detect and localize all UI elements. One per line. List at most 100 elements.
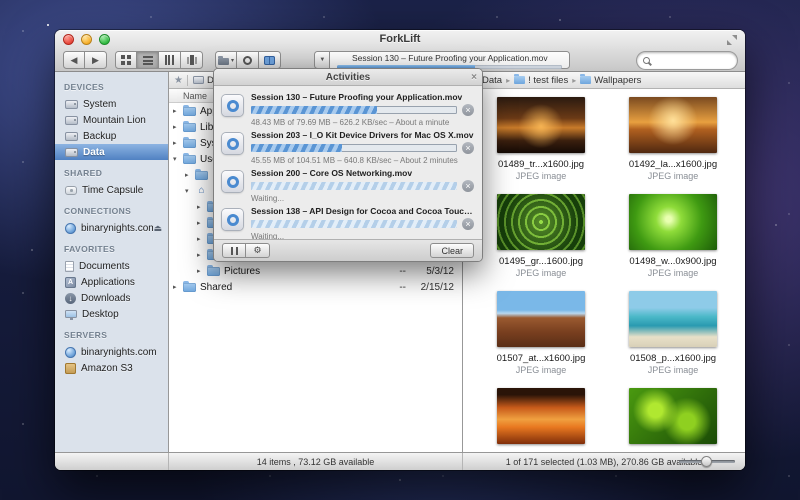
transfer-progress-bar	[251, 220, 457, 228]
breadcrumb-wallpapers[interactable]: Wallpapers	[580, 75, 641, 86]
sidebar-item-applications[interactable]: AApplications	[55, 274, 168, 290]
disclosure-triangle-icon[interactable]: ▸	[173, 283, 183, 291]
file-thumbnail-item[interactable]	[607, 388, 739, 452]
activities-panel: Activities × Session 130 – Future Proofi…	[213, 68, 483, 262]
cancel-transfer-button[interactable]: ×	[462, 218, 474, 230]
list-view-button[interactable]	[137, 51, 159, 69]
status-bar: 14 items , 73.12 GB available 1 of 171 s…	[55, 452, 745, 470]
disclosure-triangle-icon[interactable]: ▸	[197, 235, 207, 243]
sidebar-item-system[interactable]: System	[55, 96, 168, 112]
eject-icon[interactable]: ⏏	[153, 223, 162, 234]
fullscreen-icon[interactable]	[727, 35, 737, 45]
disclosure-triangle-icon[interactable]: ▸	[173, 139, 183, 147]
forklift-window: ForkLift ◀ ▶ ▾	[55, 30, 745, 470]
history-segment: ◀ ▶	[63, 51, 107, 69]
transfer-item[interactable]: Session 203 – I_O Kit Device Drivers for…	[222, 127, 474, 165]
drive-icon	[65, 148, 78, 157]
drive-icon	[65, 132, 78, 141]
sidebar-item-desktop[interactable]: Desktop	[55, 306, 168, 322]
thumbnail-grid: 01489_tr...x1600.jpgJPEG image 01492_la.…	[463, 89, 745, 452]
image-thumbnail	[497, 291, 585, 347]
disclosure-triangle-icon[interactable]: ▸	[173, 107, 183, 115]
file-row[interactable]: ▸Pictures--5/3/12	[169, 263, 462, 279]
sidebar: DEVICES System Mountain Lion Backup Data…	[55, 72, 169, 452]
divider	[187, 75, 188, 86]
transfer-progress-widget: ▼ Session 130 – Future Proofing your App…	[314, 51, 570, 69]
cancel-transfer-button[interactable]: ×	[462, 142, 474, 154]
transfer-progress-label: Session 130 – Future Proofing your Appli…	[337, 54, 562, 63]
coverflow-view-icon	[187, 55, 197, 65]
folder-icon	[580, 76, 591, 84]
sidebar-item-data[interactable]: Data	[55, 144, 168, 160]
disclosure-triangle-icon[interactable]: ▸	[173, 123, 183, 131]
disclosure-triangle-icon[interactable]: ▸	[197, 203, 207, 211]
back-button[interactable]: ◀	[63, 51, 85, 69]
folder-icon	[195, 171, 208, 180]
slider-knob[interactable]	[701, 456, 712, 467]
activities-panel-titlebar[interactable]: Activities ×	[214, 69, 482, 86]
coverflow-view-button[interactable]	[181, 51, 203, 69]
column-view-icon	[165, 55, 175, 65]
disclosure-triangle-icon[interactable]: ▸	[197, 267, 207, 275]
sidebar-item-time-capsule[interactable]: Time Capsule	[55, 182, 168, 198]
transfer-progress-bar	[251, 144, 457, 152]
transfer-progress-box[interactable]: Session 130 – Future Proofing your Appli…	[330, 51, 570, 69]
quicklook-button[interactable]	[237, 51, 259, 69]
file-thumbnail-item[interactable]	[475, 388, 607, 452]
transfer-item[interactable]: Session 130 – Future Proofing your Appli…	[222, 89, 474, 127]
image-thumbnail	[629, 194, 717, 250]
sync-button[interactable]	[259, 51, 281, 69]
disclosure-triangle-icon[interactable]: ▸	[197, 219, 207, 227]
chevron-right-icon: ▸	[506, 76, 510, 85]
column-view-button[interactable]	[159, 51, 181, 69]
cancel-transfer-button[interactable]: ×	[462, 180, 474, 192]
sidebar-item-amazon-s3[interactable]: Amazon S3	[55, 360, 168, 376]
transfer-item[interactable]: Session 138 – API Design for Cocoa and C…	[222, 203, 474, 241]
breadcrumb-test-files[interactable]: ! test files	[514, 75, 568, 86]
folder-icon	[183, 123, 196, 132]
image-thumbnail	[497, 388, 585, 444]
disclosure-triangle-icon[interactable]: ▸	[185, 171, 195, 179]
folder-menu-button[interactable]: ▾	[215, 51, 237, 69]
sidebar-item-documents[interactable]: Documents	[55, 258, 168, 274]
cancel-transfer-button[interactable]: ×	[462, 104, 474, 116]
search-icon	[643, 57, 650, 64]
search-input[interactable]	[637, 52, 737, 69]
activities-dropdown-button[interactable]: ▼	[314, 51, 330, 69]
icon-view-pane: Data ▸ ! test files ▸ Wallpapers 01489_t…	[463, 72, 745, 452]
icon-view-button[interactable]	[115, 51, 137, 69]
transfer-item[interactable]: Session 200 – Core OS Networking.mov × W…	[222, 165, 474, 203]
browser-status: 1 of 171 selected (1.03 MB), 270.86 GB a…	[506, 457, 703, 467]
sidebar-item-mountain-lion[interactable]: Mountain Lion	[55, 112, 168, 128]
thumbnail-size-slider[interactable]	[679, 460, 735, 464]
file-thumbnail-item[interactable]: 01498_w...0x900.jpgJPEG image	[607, 194, 739, 291]
close-icon[interactable]: ×	[471, 69, 477, 86]
file-thumbnail-item[interactable]: 01489_tr...x1600.jpgJPEG image	[475, 97, 607, 194]
clear-button[interactable]: Clear	[430, 243, 474, 258]
quicktime-movie-icon	[222, 95, 243, 116]
quicktime-movie-icon	[222, 171, 243, 192]
file-thumbnail-item[interactable]: 01495_gr...1600.jpgJPEG image	[475, 194, 607, 291]
window-title: ForkLift	[55, 33, 745, 45]
disclosure-triangle-icon[interactable]: ▾	[185, 187, 195, 195]
file-thumbnail-item[interactable]: 01492_la...x1600.jpgJPEG image	[607, 97, 739, 194]
window-titlebar[interactable]: ForkLift	[55, 30, 745, 48]
grid-view-icon	[121, 55, 131, 65]
folder-icon	[183, 107, 196, 116]
settings-button[interactable]: ⚙	[246, 243, 270, 258]
sidebar-item-binarynights-connection[interactable]: binarynights.com⏏	[55, 220, 168, 236]
drive-icon	[193, 76, 204, 84]
sidebar-item-downloads[interactable]: ↓Downloads	[55, 290, 168, 306]
disclosure-triangle-icon[interactable]: ▸	[197, 251, 207, 259]
file-thumbnail-item[interactable]: 01507_at...x1600.jpgJPEG image	[475, 291, 607, 388]
favorites-star-icon[interactable]: ★	[174, 75, 183, 86]
pause-button[interactable]	[222, 243, 246, 258]
file-row[interactable]: ▸Shared--2/15/12	[169, 279, 462, 295]
disclosure-triangle-icon[interactable]: ▾	[173, 155, 183, 163]
forward-button[interactable]: ▶	[85, 51, 107, 69]
sidebar-header-servers: SERVERS	[55, 330, 168, 344]
file-thumbnail-item[interactable]: 01508_p...x1600.jpgJPEG image	[607, 291, 739, 388]
globe-icon	[65, 223, 76, 234]
sidebar-item-binarynights-server[interactable]: binarynights.com	[55, 344, 168, 360]
sidebar-item-backup[interactable]: Backup	[55, 128, 168, 144]
